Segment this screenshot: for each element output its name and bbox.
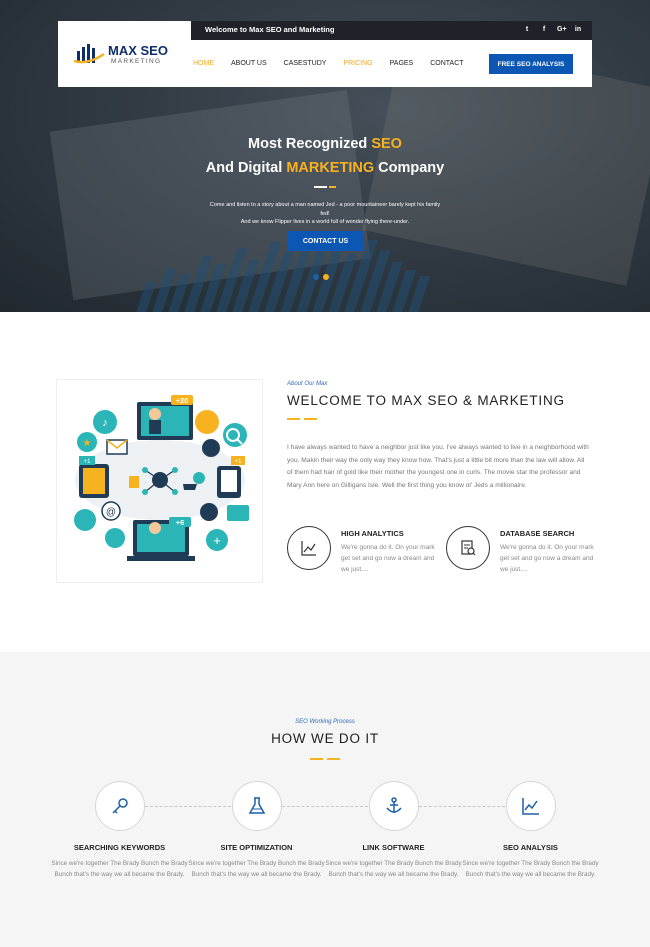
slider-dot[interactable] bbox=[313, 274, 319, 280]
step-connector bbox=[419, 806, 505, 807]
how-divider bbox=[310, 758, 340, 760]
check-icon bbox=[193, 472, 205, 484]
social-links: t f G+ in bbox=[523, 24, 582, 36]
chart-icon bbox=[287, 526, 331, 570]
share-icon bbox=[200, 503, 218, 521]
feature-description: We're gonna do it. On your mark get set … bbox=[341, 544, 435, 573]
chat-icon bbox=[227, 505, 249, 521]
about-title: WELCOME TO MAX SEO & MARKETING bbox=[287, 393, 565, 408]
feature-high-analytics: HIGH ANALYTICS We're gonna do it. On you… bbox=[287, 526, 437, 586]
step-title: SEARCHING KEYWORDS bbox=[73, 843, 166, 852]
nav-item-about[interactable]: ABOUT US bbox=[231, 60, 267, 68]
globe-icon bbox=[195, 410, 219, 434]
nav-item-pricing[interactable]: PRICING bbox=[343, 60, 372, 68]
google-plus-icon[interactable]: G+ bbox=[557, 24, 567, 36]
phone-icon bbox=[202, 439, 220, 457]
feature-title: HIGH ANALYTICS bbox=[341, 529, 404, 538]
badge-count: +1 bbox=[235, 459, 243, 465]
logo-title: MAX SEO bbox=[108, 43, 168, 58]
welcome-text: Welcome to Max SEO and Marketing bbox=[205, 25, 335, 34]
svg-text:★: ★ bbox=[83, 438, 92, 449]
chart-icon bbox=[506, 781, 556, 831]
contact-us-button[interactable]: CONTACT US bbox=[288, 231, 363, 251]
feature-description: We're gonna do it. On your mark get set … bbox=[500, 544, 594, 573]
location-icon bbox=[105, 528, 125, 548]
about-divider bbox=[287, 418, 317, 420]
logo-subtitle: MARKETING bbox=[111, 58, 162, 65]
hourglass-icon bbox=[74, 509, 96, 531]
badge-count: +6 bbox=[176, 518, 185, 527]
step-description: Since we're together The Brady Bunch the… bbox=[51, 860, 188, 878]
slider-dot-active[interactable] bbox=[323, 274, 329, 280]
flask-icon bbox=[232, 781, 282, 831]
svg-text:@: @ bbox=[106, 507, 116, 518]
free-seo-analysis-button[interactable]: FREE SEO ANALYSIS bbox=[489, 54, 573, 74]
step-title: SEO ANALYSIS bbox=[503, 843, 558, 852]
how-title: HOW WE DO IT bbox=[271, 731, 379, 746]
hero-title-text: And Digital bbox=[205, 160, 283, 176]
seo-illustration: ♪ ★ @ + +20 +1 +1 +6 bbox=[56, 379, 263, 583]
hero-title-highlight: MARKETING bbox=[286, 160, 375, 176]
hero-title-text: Company bbox=[378, 160, 445, 176]
feature-database-search: DATABASE SEARCH We're gonna do it. On yo… bbox=[446, 526, 596, 586]
about-paragraph: I have always wanted to have a neighbor … bbox=[287, 444, 589, 489]
step-description: Since we're together The Brady Bunch the… bbox=[188, 860, 325, 878]
hero-text-line: And we know Flipper lives in a world ful… bbox=[240, 219, 410, 225]
step-title: SITE OPTIMIZATION bbox=[220, 843, 293, 852]
logo-bars-icon bbox=[74, 44, 105, 64]
linkedin-icon[interactable]: in bbox=[574, 24, 582, 36]
twitter-icon[interactable]: t bbox=[523, 24, 531, 36]
nav-item-casestudy[interactable]: CASESTUDY bbox=[284, 60, 327, 68]
hero-description: Come and listen to a story about a man n… bbox=[205, 201, 445, 227]
badge-count: +20 bbox=[176, 396, 189, 405]
key-icon bbox=[95, 781, 145, 831]
badge-count: +1 bbox=[84, 459, 92, 465]
nav-item-home[interactable]: HOME bbox=[193, 60, 214, 68]
shopping-bag-icon bbox=[129, 476, 139, 488]
step-description: Since we're together The Brady Bunch the… bbox=[325, 860, 462, 878]
hero-title: Most Recognized SEO And Digital MARKETIN… bbox=[0, 132, 650, 180]
anchor-icon bbox=[369, 781, 419, 831]
nav-item-pages[interactable]: PAGES bbox=[390, 60, 414, 68]
step-title: LINK SOFTWARE bbox=[362, 843, 425, 852]
hero-divider bbox=[314, 186, 336, 188]
step-connector bbox=[145, 806, 231, 807]
slider-dots bbox=[313, 274, 329, 280]
about-subtitle: About Our Max bbox=[287, 381, 328, 387]
top-bar: Welcome to Max SEO and Marketing t f G+ … bbox=[191, 21, 592, 40]
document-search-icon bbox=[446, 526, 490, 570]
logo[interactable]: MAX SEO MARKETING bbox=[74, 43, 174, 67]
facebook-icon[interactable]: f bbox=[540, 24, 548, 36]
svg-text:♪: ♪ bbox=[102, 417, 108, 429]
hero-text-line: Come and listen to a story about a man n… bbox=[209, 202, 441, 217]
how-subtitle: SEO Working Process bbox=[295, 719, 355, 725]
step-connector bbox=[282, 806, 368, 807]
nav-item-contact[interactable]: CONTACT bbox=[430, 60, 463, 68]
feature-title: DATABASE SEARCH bbox=[500, 529, 575, 538]
main-menu: HOME ABOUT US CASESTUDY PRICING PAGES CO… bbox=[193, 60, 481, 68]
step-description: Since we're together The Brady Bunch the… bbox=[462, 860, 599, 878]
cart-icon bbox=[183, 484, 197, 490]
svg-text:+: + bbox=[213, 533, 221, 548]
hero-title-highlight: SEO bbox=[371, 136, 402, 152]
hero-title-text: Most Recognized bbox=[248, 136, 368, 152]
